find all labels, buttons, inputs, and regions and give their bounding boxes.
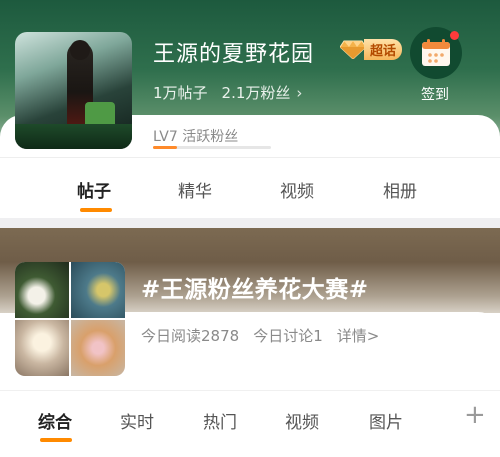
- hashtag-topic-header: #王源粉丝养花大赛# 今日阅读2878 今日讨论1 详情> 综合 实时 热门 视…: [0, 228, 500, 457]
- chevron-right-icon: ›: [296, 83, 303, 102]
- tab-comprehensive[interactable]: 综合: [38, 408, 72, 433]
- details-link[interactable]: 详情>: [337, 325, 380, 346]
- super-topic-badge-label: 超话: [364, 38, 403, 60]
- active-tab-indicator: [80, 208, 112, 212]
- notification-dot: [450, 31, 459, 40]
- super-topic-header: 王源的夏野花园 超话 1万帖子 2.1万粉丝 › 签到 LV7 活跃粉丝 帖子 …: [0, 0, 500, 218]
- calendar-icon: [422, 39, 450, 66]
- fan-level-progress: [153, 146, 271, 149]
- active-tab-indicator-2: [40, 438, 72, 442]
- hashtag-cover-collage[interactable]: [15, 262, 125, 376]
- hashtag-title: #王源粉丝养花大赛#: [141, 277, 369, 303]
- tab-highlights[interactable]: 精华: [178, 177, 212, 202]
- super-topic-cover-image[interactable]: [15, 32, 132, 149]
- post-count: 1万帖子: [153, 84, 208, 102]
- tab-hot[interactable]: 热门: [203, 408, 237, 433]
- tab-videos[interactable]: 视频: [280, 177, 314, 202]
- super-topic-badge[interactable]: 超话: [340, 38, 403, 60]
- today-reads: 今日阅读2878: [141, 327, 240, 345]
- checkin-label: 签到: [421, 87, 449, 103]
- tab-images[interactable]: 图片: [369, 408, 403, 433]
- tab-videos-2[interactable]: 视频: [285, 408, 319, 433]
- tab-posts[interactable]: 帖子: [77, 177, 111, 202]
- fan-count: 2.1万粉丝: [221, 84, 291, 102]
- diamond-icon: [340, 40, 366, 59]
- today-discussions: 今日讨论1: [253, 327, 323, 345]
- tab-album[interactable]: 相册: [383, 177, 417, 202]
- tab-realtime[interactable]: 实时: [120, 408, 154, 433]
- topic-stats[interactable]: 1万帖子 2.1万粉丝 ›: [153, 82, 302, 103]
- super-topic-tabs: 帖子 精华 视频 相册: [0, 170, 500, 215]
- hashtag-stats: 今日阅读2878 今日讨论1 详情>: [141, 325, 393, 346]
- plus-icon[interactable]: +: [464, 402, 486, 428]
- checkin-button[interactable]: [410, 27, 462, 79]
- fan-level-text: LV7 活跃粉丝: [153, 129, 239, 145]
- super-topic-name: 王源的夏野花园: [153, 42, 315, 67]
